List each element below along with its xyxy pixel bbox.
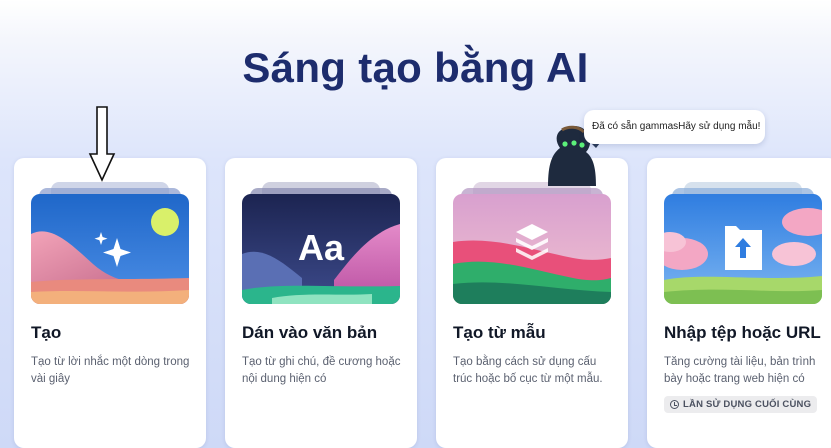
import-file-card-description: Tăng cường tài liệu, bản trình bày hoặc … <box>664 356 816 385</box>
paste-text-card-title: Dán vào văn bản <box>242 323 378 342</box>
import-file-thumbnail <box>664 182 822 304</box>
create-card-description: Tạo từ lời nhắc một dòng trong vài giây <box>31 356 190 385</box>
create-card[interactable]: Tạo Tạo từ lời nhắc một dòng trong vài g… <box>14 158 206 448</box>
template-card-description: Tạo bằng cách sử dụng cấu trúc hoặc bố c… <box>453 356 603 385</box>
last-used-badge: LẦN SỬ DỤNG CUỐI CÙNG <box>664 396 818 413</box>
create-thumbnail <box>31 182 189 304</box>
template-thumbnail <box>453 182 611 304</box>
last-used-badge-label: LẦN SỬ DỤNG CUỐI CÙNG <box>683 399 812 410</box>
upload-file-icon <box>725 226 762 270</box>
paste-text-card-description: Tạo từ ghi chú, đề cương hoặc nội dung h… <box>242 356 401 385</box>
paste-text-thumbnail: Aa <box>242 182 400 304</box>
text-aa-icon: Aa <box>298 227 345 268</box>
create-card-title: Tạo <box>31 323 62 342</box>
down-arrow-icon <box>88 106 116 182</box>
page-title: Sáng tạo bằng AI <box>242 44 589 91</box>
import-file-card-title: Nhập tệp hoặc URL <box>664 323 821 342</box>
template-card[interactable]: Tạo từ mẫu Tạo bằng cách sử dụng cấu trú… <box>436 158 628 448</box>
template-tooltip: Đã có sẵn gammasHãy sử dụng mẫu! <box>584 110 765 144</box>
template-card-title: Tạo từ mẫu <box>453 323 546 342</box>
paste-text-card[interactable]: Aa Dán vào văn bản Tạo từ ghi chú, đề cư… <box>225 158 417 448</box>
clock-icon <box>670 400 679 409</box>
import-file-card[interactable]: Nhập tệp hoặc URL Tăng cường tài liệu, b… <box>647 158 831 448</box>
